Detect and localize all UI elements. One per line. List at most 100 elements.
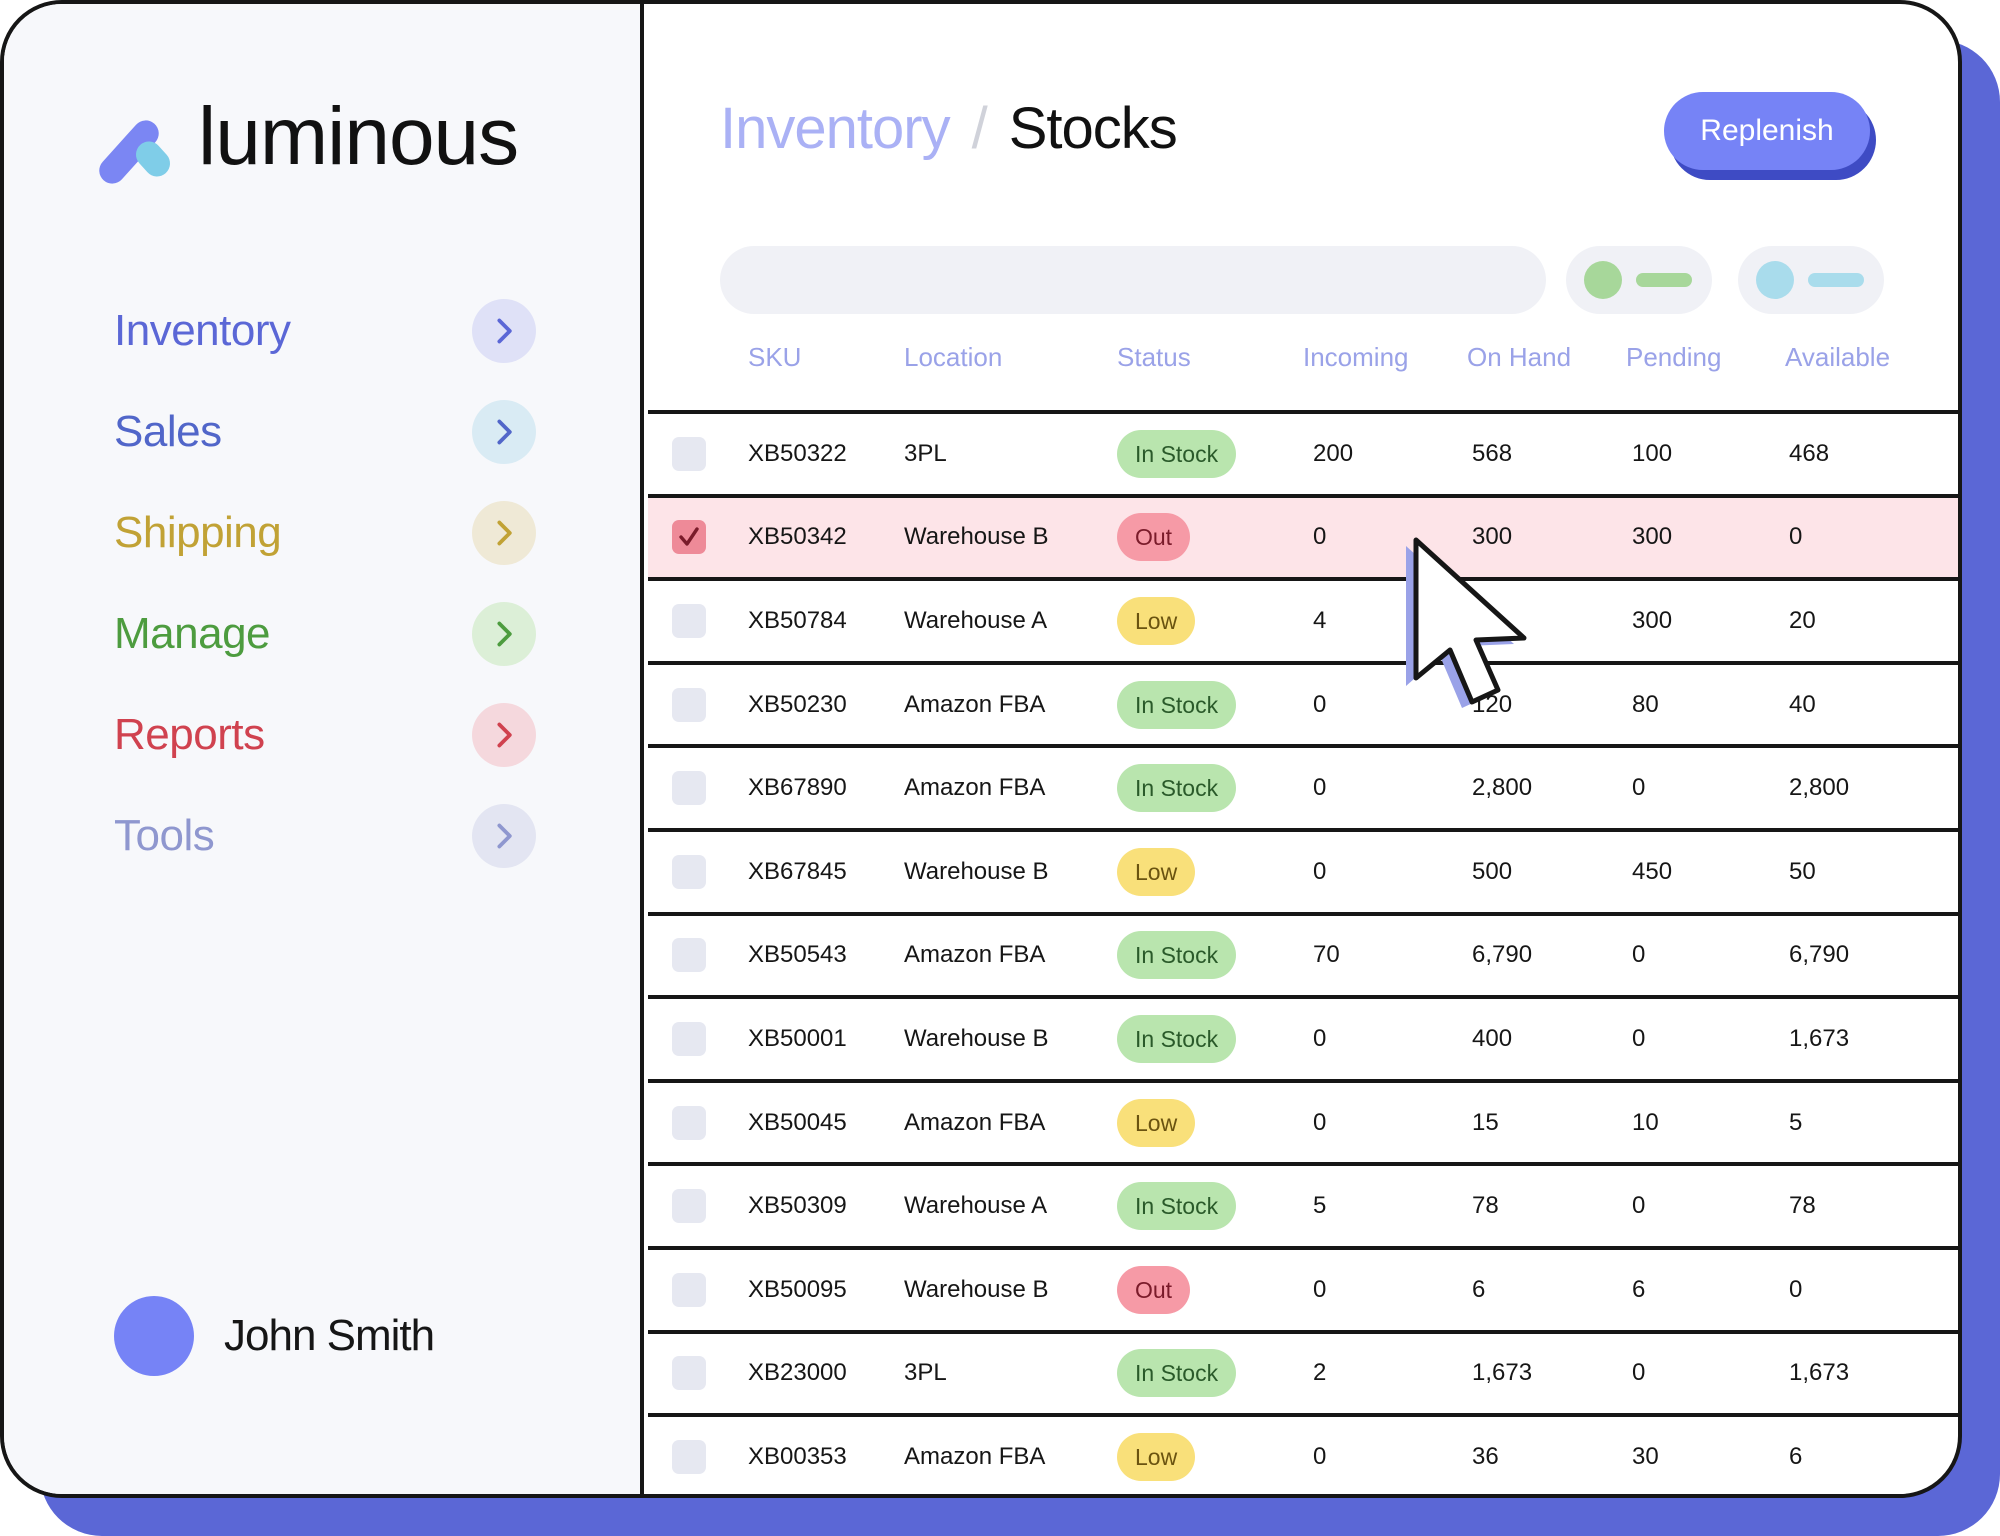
row-checkbox[interactable] xyxy=(672,687,706,722)
table-row[interactable]: XB50322 3PL In Stock 200 568 100 468 xyxy=(648,414,1958,498)
column-header-pending[interactable]: Pending xyxy=(1626,342,1721,373)
brand-logo[interactable]: luminous xyxy=(93,91,519,189)
sidebar-item-label: Sales xyxy=(114,407,222,456)
user-profile[interactable]: John Smith xyxy=(114,1296,435,1376)
cell-pending: 0 xyxy=(1632,1192,1646,1220)
cell-available: 40 xyxy=(1789,690,1816,718)
sidebar-item-label: Shipping xyxy=(114,508,282,557)
chevron-right-icon[interactable] xyxy=(472,400,536,464)
row-checkbox[interactable] xyxy=(672,1021,706,1056)
sidebar-item-sales[interactable]: Sales xyxy=(114,400,536,464)
cell-location: 3PL xyxy=(904,439,947,467)
breadcrumb-parent-link[interactable]: Inventory xyxy=(720,96,951,161)
cell-on-hand: 300 xyxy=(1472,523,1513,551)
cell-pending: 450 xyxy=(1632,857,1673,885)
brand-name: luminous xyxy=(198,91,519,182)
table-row[interactable]: XB50230 Amazon FBA In Stock 0 120 80 40 xyxy=(648,665,1958,749)
row-checkbox[interactable] xyxy=(672,603,706,638)
row-checkbox[interactable] xyxy=(672,520,706,555)
table-row[interactable]: XB50095 Warehouse B Out 0 6 6 0 xyxy=(648,1250,1958,1334)
filter-dot-icon xyxy=(1584,261,1622,299)
cell-on-hand: 36 xyxy=(1472,1442,1499,1470)
cell-sku: XB50784 xyxy=(748,606,847,634)
cell-location: 3PL xyxy=(904,1359,947,1387)
cell-sku: XB67890 xyxy=(748,774,847,802)
table-row[interactable]: XB67845 Warehouse B Low 0 500 450 50 xyxy=(648,832,1958,916)
cell-sku: XB50309 xyxy=(748,1192,847,1220)
cell-on-hand: 568 xyxy=(1472,439,1513,467)
column-header-location[interactable]: Location xyxy=(904,342,1002,373)
table-row[interactable]: XB50784 Warehouse A Low 4 300 20 xyxy=(648,581,1958,665)
user-name: John Smith xyxy=(224,1311,435,1360)
logo-mark-icon xyxy=(93,94,178,189)
table-row[interactable]: XB50001 Warehouse B In Stock 0 400 0 1,673 xyxy=(648,999,1958,1083)
cell-pending: 80 xyxy=(1632,690,1659,718)
row-checkbox[interactable] xyxy=(672,436,706,471)
row-checkbox[interactable] xyxy=(672,938,706,973)
filter-line-icon xyxy=(1808,273,1864,287)
sidebar: luminous Inventory Sales Shipping Manage Rep… xyxy=(4,4,644,1494)
column-header-sku[interactable]: SKU xyxy=(748,342,801,373)
cell-incoming: 0 xyxy=(1313,1108,1327,1136)
cell-incoming: 200 xyxy=(1313,439,1354,467)
status-badge: Low xyxy=(1117,847,1196,896)
cell-pending: 300 xyxy=(1632,523,1673,551)
chevron-right-icon[interactable] xyxy=(472,602,536,666)
sidebar-item-label: Manage xyxy=(114,609,271,658)
search-input[interactable] xyxy=(720,246,1546,314)
status-badge: Low xyxy=(1117,1432,1196,1481)
table-row[interactable]: XB50045 Amazon FBA Low 0 15 10 5 xyxy=(648,1083,1958,1167)
table-row[interactable]: XB67890 Amazon FBA In Stock 0 2,800 0 2,800 xyxy=(648,748,1958,832)
table-row[interactable]: XB50342 Warehouse B Out 0 300 300 0 xyxy=(648,497,1958,582)
status-badge: In Stock xyxy=(1117,1014,1237,1063)
cell-incoming: 0 xyxy=(1313,1442,1327,1470)
chevron-right-icon[interactable] xyxy=(472,703,536,767)
cell-location: Warehouse B xyxy=(904,857,1049,885)
cell-pending: 0 xyxy=(1632,1359,1646,1387)
cell-sku: XB00353 xyxy=(748,1442,847,1470)
cell-incoming: 0 xyxy=(1313,774,1327,802)
row-checkbox[interactable] xyxy=(672,854,706,889)
chevron-right-icon[interactable] xyxy=(472,299,536,363)
sidebar-nav: Inventory Sales Shipping Manage Reports Tools xyxy=(114,299,536,905)
cell-on-hand: 78 xyxy=(1472,1192,1499,1220)
cell-available: 1,673 xyxy=(1789,1359,1850,1387)
cell-available: 6 xyxy=(1789,1442,1803,1470)
table-row[interactable]: XB00353 Amazon FBA Low 0 36 30 6 xyxy=(648,1417,1958,1494)
table-row[interactable]: XB23000 3PL In Stock 2 1,673 0 1,673 xyxy=(648,1334,1958,1418)
sidebar-item-inventory[interactable]: Inventory xyxy=(114,299,536,363)
sidebar-item-manage[interactable]: Manage xyxy=(114,602,536,666)
sidebar-item-shipping[interactable]: Shipping xyxy=(114,501,536,565)
column-header-on-hand[interactable]: On Hand xyxy=(1467,342,1571,373)
row-checkbox[interactable] xyxy=(672,1105,706,1140)
filter-toggle-green[interactable] xyxy=(1566,246,1712,314)
app-window: luminous Inventory Sales Shipping Manage Rep… xyxy=(0,0,1962,1498)
filter-line-icon xyxy=(1636,273,1692,287)
cell-location: Amazon FBA xyxy=(904,1442,1046,1470)
status-badge: Low xyxy=(1117,596,1196,645)
column-header-status[interactable]: Status xyxy=(1117,342,1191,373)
row-checkbox[interactable] xyxy=(672,1439,706,1474)
table-row[interactable]: XB50309 Warehouse A In Stock 5 78 0 78 xyxy=(648,1166,1958,1250)
sidebar-item-reports[interactable]: Reports xyxy=(114,703,536,767)
row-checkbox[interactable] xyxy=(672,1272,706,1307)
cell-location: Warehouse B xyxy=(904,523,1049,551)
cell-pending: 300 xyxy=(1632,606,1673,634)
chevron-right-icon[interactable] xyxy=(472,501,536,565)
status-badge: In Stock xyxy=(1117,680,1237,729)
row-checkbox[interactable] xyxy=(672,1189,706,1224)
sidebar-item-tools[interactable]: Tools xyxy=(114,804,536,868)
avatar xyxy=(114,1296,194,1376)
column-header-available[interactable]: Available xyxy=(1785,342,1890,373)
replenish-button[interactable]: Replenish xyxy=(1664,92,1870,170)
cell-pending: 0 xyxy=(1632,941,1646,969)
row-checkbox[interactable] xyxy=(672,1356,706,1391)
chevron-right-icon[interactable] xyxy=(472,804,536,868)
filter-toggle-blue[interactable] xyxy=(1738,246,1884,314)
column-header-incoming[interactable]: Incoming xyxy=(1303,342,1409,373)
table-row[interactable]: XB50543 Amazon FBA In Stock 70 6,790 0 6,790 xyxy=(648,916,1958,1000)
row-checkbox[interactable] xyxy=(672,771,706,806)
cell-available: 50 xyxy=(1789,857,1816,885)
cell-on-hand: 400 xyxy=(1472,1024,1513,1052)
cell-on-hand: 6 xyxy=(1472,1275,1486,1303)
